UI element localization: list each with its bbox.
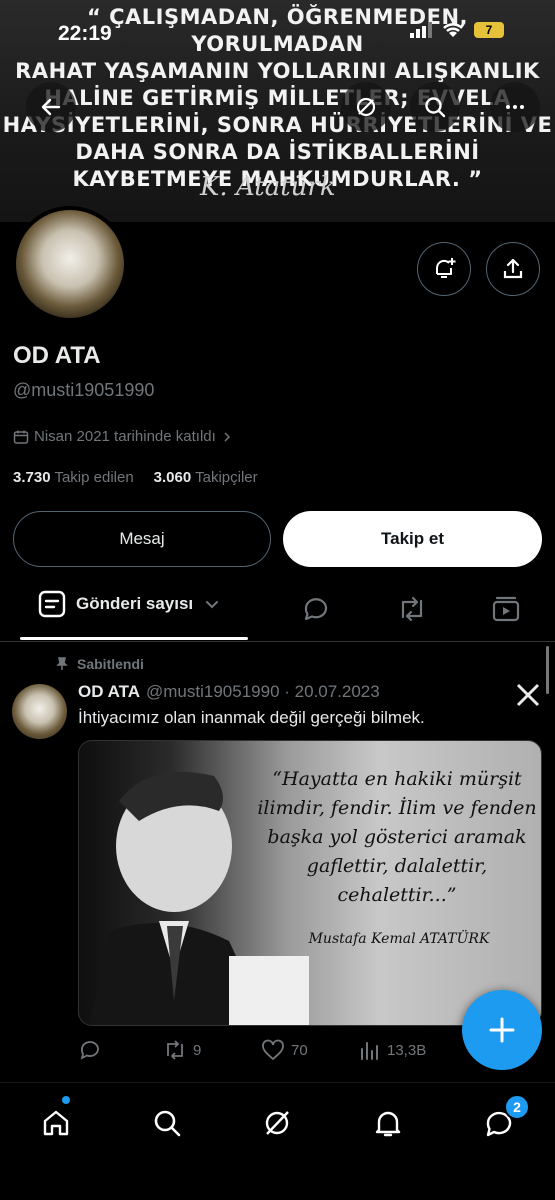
battery-level: 7 [485, 23, 493, 37]
pin-icon [56, 657, 68, 670]
pinned-label: Sabitlendi [55, 656, 144, 672]
signal-icon [410, 22, 432, 38]
repost-icon [167, 1040, 183, 1060]
followers-count: 3.060 [153, 469, 192, 486]
nav-notifications[interactable] [368, 1103, 408, 1143]
search-button[interactable] [410, 82, 460, 132]
profile-handle: @musti19051990 [13, 380, 155, 400]
calendar-icon [13, 430, 29, 444]
tab-posts[interactable]: Gönderi sayısı [38, 590, 221, 618]
search-icon [425, 97, 446, 118]
chevron-down-icon [206, 601, 219, 609]
post-author-avatar[interactable] [12, 684, 67, 739]
views-button[interactable]: 13,3B [359, 1039, 457, 1061]
home-icon [43, 1110, 69, 1136]
post-author-name[interactable]: OD ATA [78, 682, 140, 702]
tab-reposts[interactable] [395, 593, 429, 625]
bell-plus-icon [435, 258, 456, 278]
status-time: 22:19 [58, 22, 112, 45]
back-button[interactable] [26, 82, 76, 132]
banner-signature: K. Atatürk [200, 172, 336, 202]
followers-link[interactable]: 3.060 Takipçiler [154, 469, 258, 486]
profile-avatar[interactable] [12, 206, 128, 322]
like-count: 70 [291, 1041, 308, 1059]
views-icon [361, 1042, 378, 1060]
grok-button[interactable] [341, 82, 391, 132]
views-count: 13,3B [387, 1041, 427, 1059]
heart-icon [262, 1039, 284, 1061]
more-icon [506, 105, 524, 109]
tab-replies[interactable] [300, 593, 332, 625]
messages-badge: 2 [504, 1094, 530, 1120]
image-quote-text: “Hayatta en hakiki mürşit ilimdir, fendi… [257, 768, 537, 906]
nav-home[interactable] [36, 1103, 76, 1143]
notify-button[interactable] [417, 242, 471, 296]
bottom-navigation [0, 1082, 555, 1200]
tab-media[interactable] [490, 593, 522, 625]
post-text: İhtiyacımız olan inanmak değil gerçeği b… [78, 708, 425, 727]
posts-icon [38, 590, 66, 618]
profile-tabs: Gönderi sayısı [0, 580, 555, 642]
grok-icon [265, 1111, 289, 1135]
plus-icon [489, 1017, 515, 1043]
scrollbar[interactable] [546, 646, 549, 694]
post-header: OD ATA @musti19051990 · 20.07.2023 [78, 682, 380, 702]
search-icon [154, 1110, 181, 1137]
repost-count: 9 [193, 1041, 202, 1059]
nav-grok[interactable] [257, 1103, 297, 1143]
nav-search[interactable] [147, 1103, 187, 1143]
more-button[interactable] [490, 82, 540, 132]
message-button[interactable]: Mesaj [13, 511, 271, 567]
share-button[interactable] [486, 242, 540, 296]
bell-icon [375, 1111, 401, 1137]
status-icons: 7 [410, 22, 504, 38]
reply-icon [80, 1041, 99, 1060]
joined-date-link[interactable]: Nisan 2021 tarihinde katıldı [13, 428, 233, 445]
x-logo-icon [516, 683, 540, 707]
profile-name: OD ATA [13, 342, 101, 369]
image-quote-author: Mustafa Kemal ATATÜRK [308, 931, 490, 947]
battery-icon: 7 [474, 22, 504, 38]
pinned-text: Sabitlendi [77, 656, 144, 672]
wifi-icon [443, 23, 463, 37]
post-image[interactable]: “Hayatta en hakiki mürşit ilimdir, fendi… [78, 740, 542, 1026]
reply-button[interactable] [78, 1038, 163, 1062]
share-icon [503, 258, 523, 279]
repost-button[interactable]: 9 [163, 1039, 261, 1061]
compose-button[interactable] [462, 990, 542, 1070]
post-meta: @musti19051990 · 20.07.2023 [146, 682, 380, 701]
home-unread-dot [62, 1096, 70, 1104]
follow-stats: 3.730 Takip edilen 3.060 Takipçiler [13, 469, 258, 486]
like-button[interactable]: 70 [261, 1039, 359, 1061]
arrow-left-icon [41, 98, 61, 116]
follow-button[interactable]: Takip et [283, 511, 542, 567]
tab-posts-label: Gönderi sayısı [76, 594, 194, 613]
active-tab-indicator [20, 637, 248, 640]
following-link[interactable]: 3.730 Takip edilen [13, 469, 134, 486]
followers-label: Takipçiler [195, 469, 258, 486]
lion-avatar-image [16, 210, 124, 318]
following-count: 3.730 [13, 469, 51, 486]
grok-icon [356, 97, 376, 117]
following-label: Takip edilen [54, 469, 134, 486]
chevron-right-icon [224, 431, 230, 442]
joined-date-text: Nisan 2021 tarihinde katıldı [34, 428, 216, 445]
